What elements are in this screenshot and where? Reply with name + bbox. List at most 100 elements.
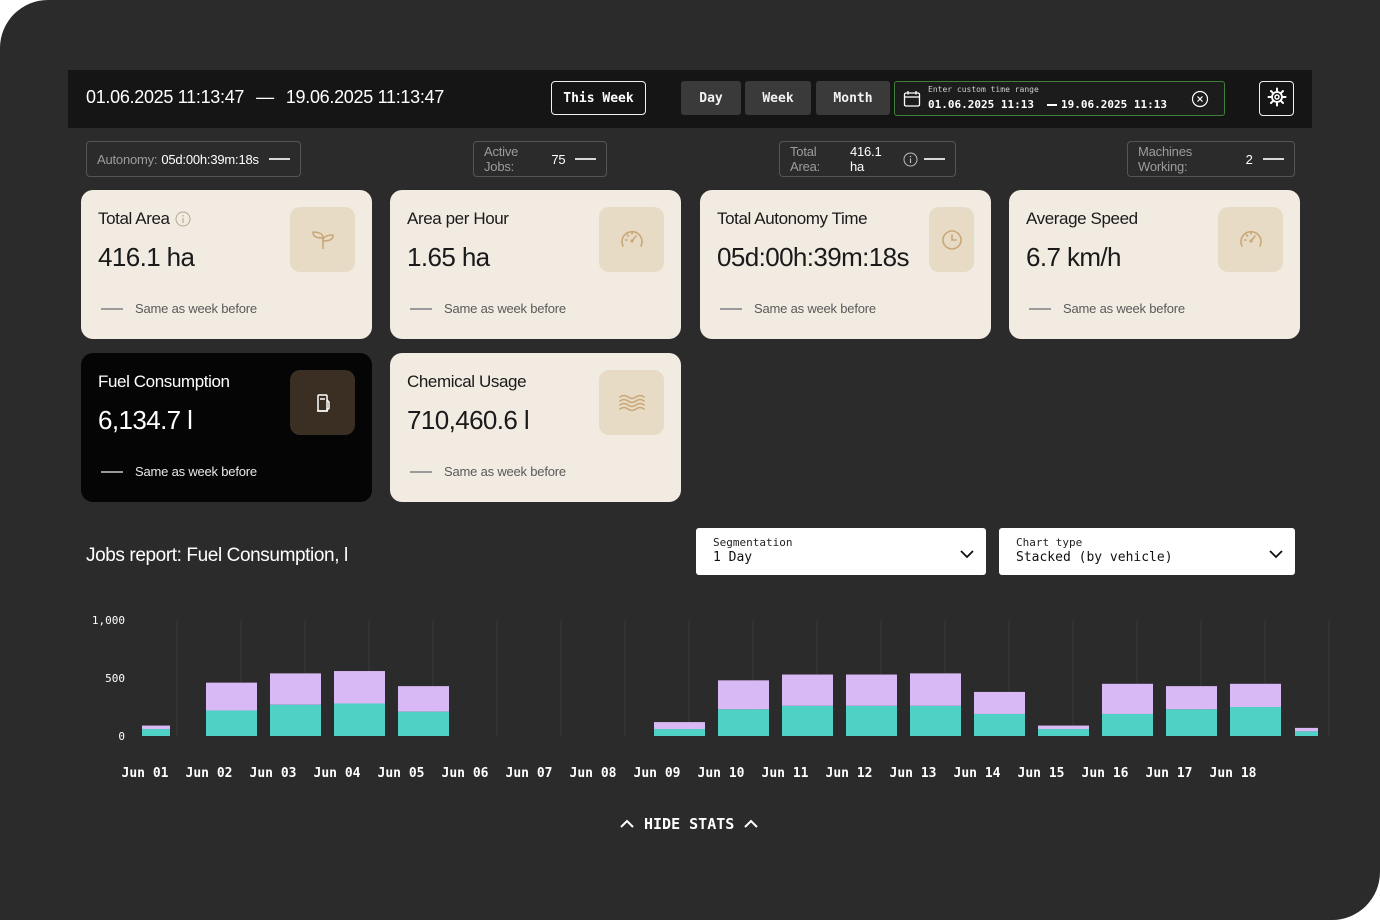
card-comparison-text: Same as week before xyxy=(444,301,566,316)
bar-segment xyxy=(974,713,1025,736)
active-jobs-chip: Active Jobs: 75 xyxy=(473,141,607,177)
bar-segment xyxy=(1295,727,1318,732)
bar-segment xyxy=(206,682,257,711)
custom-range-input[interactable]: Enter custom time range 01.06.2025 11:13… xyxy=(894,81,1225,116)
fuel-icon xyxy=(290,370,355,435)
trend-dash-icon xyxy=(101,470,123,473)
x-tick-label: Jun 13 xyxy=(890,766,937,781)
bar-segment xyxy=(1166,709,1217,736)
bar-segment xyxy=(1038,729,1089,736)
x-tick-label: Jun 09 xyxy=(634,766,681,781)
bar-segment xyxy=(910,705,961,736)
trend-dash-icon xyxy=(101,307,123,310)
bar-segment xyxy=(1102,683,1153,714)
bar-segment xyxy=(398,686,449,712)
bar-segment xyxy=(1230,707,1281,736)
card-title: Area per Hour xyxy=(407,209,509,228)
bar-segment xyxy=(1102,713,1153,736)
card-comparison: Same as week before xyxy=(410,464,566,479)
active-jobs-chip-value: 75 xyxy=(551,151,566,167)
clear-range-icon[interactable] xyxy=(1191,90,1209,112)
card-title: Fuel Consumption xyxy=(98,372,230,391)
x-tick-label: Jun 02 xyxy=(186,766,233,781)
card-comparison-text: Same as week before xyxy=(135,301,257,316)
chevron-up-icon xyxy=(620,819,634,829)
card-value: 416.1 ha xyxy=(98,242,195,272)
this-week-button[interactable]: This Week xyxy=(551,81,646,115)
date-range-display: 01.06.2025 11:13:47 — 19.06.2025 11:13:4… xyxy=(86,87,444,108)
segmentation-value: 1 Day xyxy=(713,550,753,565)
dashboard-window: 01.06.2025 11:13:47 — 19.06.2025 11:13:4… xyxy=(0,0,1380,920)
bar-segment xyxy=(334,703,385,736)
bar-segment xyxy=(718,709,769,736)
chart-type-value: Stacked (by vehicle) xyxy=(1016,550,1173,565)
bar-segment xyxy=(142,729,170,736)
chart-type-select[interactable]: Chart type Stacked (by vehicle) xyxy=(999,528,1295,575)
card-comparison: Same as week before xyxy=(1029,301,1185,316)
machines-chip-label: Machines Working: xyxy=(1138,144,1193,174)
day-button[interactable]: Day xyxy=(681,81,741,115)
bar-segment xyxy=(782,674,833,706)
total-area-chip-label: Total Area: xyxy=(790,144,821,174)
hide-stats-label: HIDE STATS xyxy=(644,815,735,833)
trend-dash-icon xyxy=(924,158,945,160)
x-tick-label: Jun 05 xyxy=(378,766,425,781)
segmentation-select[interactable]: Segmentation 1 Day xyxy=(696,528,986,575)
month-button[interactable]: Month xyxy=(816,81,890,115)
card-title-text: Total Area xyxy=(98,209,170,228)
card-value: 6.7 km/h xyxy=(1026,242,1122,272)
bar-segment xyxy=(782,705,833,736)
trend-dash-icon xyxy=(410,307,432,310)
gear-icon xyxy=(1267,87,1287,110)
bar-segment xyxy=(910,673,961,706)
custom-range-from: 01.06.2025 11:13 xyxy=(928,98,1034,111)
y-tick-label: 1,000 xyxy=(92,614,125,627)
x-tick-label: Jun 08 xyxy=(570,766,617,781)
info-icon[interactable] xyxy=(903,152,918,167)
autonomy-chip-label: Autonomy: xyxy=(97,151,158,167)
total-area-chip: Total Area: 416.1 ha xyxy=(779,141,956,177)
card-comparison: Same as week before xyxy=(410,301,566,316)
bar-segment xyxy=(1166,686,1217,710)
calendar-icon xyxy=(903,90,921,112)
card-value: 05d:00h:39m:18s xyxy=(717,242,910,272)
autonomy-chip-value: 05d:00h:39m:18s xyxy=(161,151,259,167)
plant-icon xyxy=(290,207,355,272)
card-title: Total Area xyxy=(98,209,191,229)
trend-dash-icon xyxy=(720,307,742,310)
total-autonomy-card: Total Autonomy Time 05d:00h:39m:18s Same… xyxy=(700,190,991,339)
x-tick-label: Jun 14 xyxy=(954,766,1001,781)
bar-segment xyxy=(1230,683,1281,707)
average-speed-card: Average Speed 6.7 km/h Same as week befo… xyxy=(1009,190,1300,339)
waves-icon xyxy=(599,370,664,435)
total-area-chip-value: 416.1 ha xyxy=(849,144,882,174)
trend-dash-icon xyxy=(410,470,432,473)
card-comparison: Same as week before xyxy=(720,301,876,316)
card-title: Total Autonomy Time xyxy=(717,209,868,228)
x-tick-label: Jun 12 xyxy=(826,766,873,781)
total-area-card: Total Area 416.1 ha Same as week before xyxy=(81,190,372,339)
y-tick-label: 0 xyxy=(118,730,125,743)
bar-segment xyxy=(974,691,1025,714)
x-tick-label: Jun 01 xyxy=(122,766,169,781)
card-title: Average Speed xyxy=(1026,209,1138,228)
trend-dash-icon xyxy=(268,158,290,160)
bar-segment xyxy=(270,704,321,736)
bar-segment xyxy=(654,722,705,730)
week-button[interactable]: Week xyxy=(745,81,811,115)
custom-range-label: Enter custom time range xyxy=(928,85,1039,94)
x-tick-label: Jun 11 xyxy=(762,766,809,781)
y-tick-label: 500 xyxy=(105,672,125,685)
hide-stats-toggle[interactable]: HIDE STATS xyxy=(620,812,759,836)
bar-segment xyxy=(846,705,897,736)
settings-button[interactable] xyxy=(1259,81,1294,116)
info-icon[interactable] xyxy=(175,211,191,227)
card-value: 710,460.6 l xyxy=(407,405,530,435)
range-separator: — xyxy=(256,87,274,107)
fuel-consumption-card[interactable]: Fuel Consumption 6,134.7 l Same as week … xyxy=(81,353,372,502)
bar-segment xyxy=(654,729,705,736)
range-to: 19.06.2025 11:13:47 xyxy=(285,87,444,107)
card-value: 6,134.7 l xyxy=(98,405,193,435)
machines-chip: Machines Working: 2 xyxy=(1127,141,1295,177)
x-tick-label: Jun 16 xyxy=(1082,766,1129,781)
